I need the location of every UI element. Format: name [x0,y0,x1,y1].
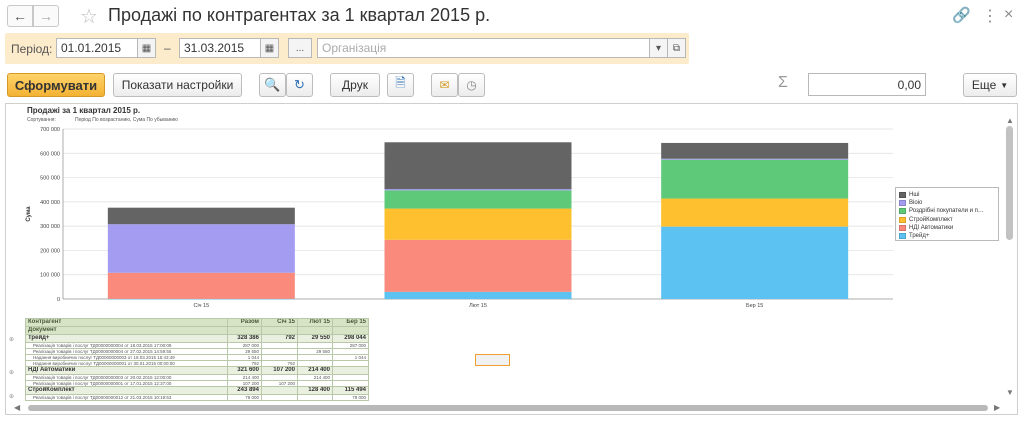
bar-segment [384,190,572,209]
bar-segment [661,158,849,160]
legend-item: Віоіо [899,199,922,207]
bar-segment [384,239,572,292]
table-cell[interactable]: Реалізація товарів і послуг ТД0000000001… [25,394,228,401]
legend-label: Роздрібні покупатели и п… [909,208,984,215]
chart-legend: Нші Віоіо Роздрібні покупатели и п… СтройКо… [895,187,999,241]
table-cell[interactable]: 128 400 [297,386,333,395]
table-cell[interactable]: Лют 15 [297,318,333,327]
table-cell[interactable]: 321 600 [227,366,262,375]
vertical-scrollbar-thumb[interactable] [1006,126,1013,240]
bar-segment [661,198,849,227]
legend-label: Трейд+ [909,233,930,239]
table-cell[interactable] [261,386,298,395]
legend-swatch [899,233,906,239]
table-cell[interactable]: Трейд+ [25,334,228,343]
y-tick-label: 100 000 [40,273,60,279]
table-cell[interactable]: 328 386 [227,334,262,343]
legend-swatch [899,224,906,231]
y-tick-label: 200 000 [40,248,60,254]
legend-label: НДІ Автоматики [909,224,954,231]
table-cell[interactable]: 298 044 [332,334,369,343]
table-row: Реалізація товарів і послуг ТД0000000001… [25,394,369,401]
legend-label: СтройКомплект [909,216,953,223]
table-cell[interactable] [227,326,262,335]
selected-cell[interactable] [475,354,510,366]
scroll-up-icon[interactable]: ▲ [1006,116,1014,125]
tree-collapse-icon[interactable]: ⊕ [9,369,14,376]
legend-item: Трейд+ [899,232,929,240]
horizontal-scrollbar-thumb[interactable] [28,405,988,411]
bar-segment [384,208,572,240]
table-row: СтройКомплект 243 894 128 400 115 494 [25,386,369,395]
scroll-left-icon[interactable]: ◀ [14,403,20,412]
bar-segment [384,189,572,191]
bar-segment [661,159,849,199]
table-cell[interactable] [297,394,333,401]
table-cell[interactable]: 115 494 [332,386,369,395]
table-row: НДІ Автоматики 321 600 107 200 214 400 [25,366,369,375]
bar-segment [107,224,295,273]
legend-item: Нші [899,191,919,199]
y-tick-label: 0 [57,297,60,303]
table-cell[interactable] [261,394,298,401]
y-tick-label: 600 000 [40,151,60,157]
table-cell[interactable]: 79 000 [227,394,262,401]
table-cell[interactable] [261,326,298,335]
legend-swatch [899,192,906,198]
table-cell[interactable]: 79 000 [332,394,369,401]
table-cell[interactable]: 792 [261,334,298,343]
table-cell[interactable]: Січ 15 [261,318,298,327]
y-tick-label: 500 000 [40,176,60,182]
y-tick-label: 400 000 [40,200,60,206]
y-axis-label: Сума [26,206,32,222]
table-cell[interactable] [332,326,369,335]
table-subheader-row: Документ [25,326,369,335]
legend-swatch [899,216,906,223]
table-cell[interactable]: Контрагент [25,318,228,327]
table-cell[interactable]: СтройКомплект [25,386,228,395]
bar-segment [384,291,572,299]
table-cell[interactable]: НДІ Автоматики [25,366,228,375]
legend-label: Віоіо [909,200,923,207]
y-tick-label: 300 000 [40,224,60,230]
bar-segment [661,142,849,159]
y-tick-label: 700 000 [40,127,60,133]
table-cell[interactable]: 243 894 [227,386,262,395]
bar-segment [107,207,295,225]
table-cell[interactable]: Разом [227,318,262,327]
tree-collapse-icon[interactable]: ⊕ [9,336,14,343]
legend-swatch [899,200,906,207]
legend-label: Нші [909,192,920,198]
table-cell[interactable]: 214 400 [297,366,333,375]
legend-item: Роздрібні покупатели и п… [899,207,984,215]
x-tick-label: Січ 15 [193,303,209,309]
bar-segment [107,272,295,299]
table-row: Трейд+ 328 386 792 29 550 298 044 [25,334,369,343]
x-tick-label: Лют 15 [469,303,487,309]
scroll-right-icon[interactable]: ▶ [994,403,1000,412]
table-cell[interactable]: 29 550 [297,334,333,343]
bar-segment [384,142,572,190]
legend-item: НДІ Автоматики [899,224,953,232]
bar-segment [661,226,849,299]
x-tick-label: Бер 15 [746,303,763,309]
legend-item: СтройКомплект [899,216,953,224]
tree-collapse-icon[interactable]: ⊕ [9,393,14,400]
bar-segment [107,298,295,300]
table-cell[interactable]: Бер 15 [332,318,369,327]
table-header-row: Контрагент Разом Січ 15 Лют 15 Бер 15 [25,318,369,327]
table-cell[interactable]: 107 200 [261,366,298,375]
table-cell[interactable] [297,326,333,335]
report-table: Контрагент Разом Січ 15 Лют 15 Бер 15 Докумен… [25,318,369,401]
legend-swatch [899,208,906,215]
table-cell[interactable] [332,366,369,375]
table-cell[interactable]: Документ [25,326,228,335]
scroll-down-icon[interactable]: ▼ [1006,388,1014,397]
